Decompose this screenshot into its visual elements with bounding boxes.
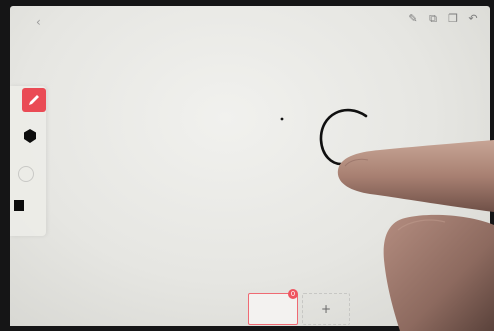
middle-finger [383,214,494,331]
photo-frame: ‹ ✎ ⧉ ❐ ↶ 0 + [0,0,494,331]
index-finger [337,140,494,212]
hand [337,140,494,331]
